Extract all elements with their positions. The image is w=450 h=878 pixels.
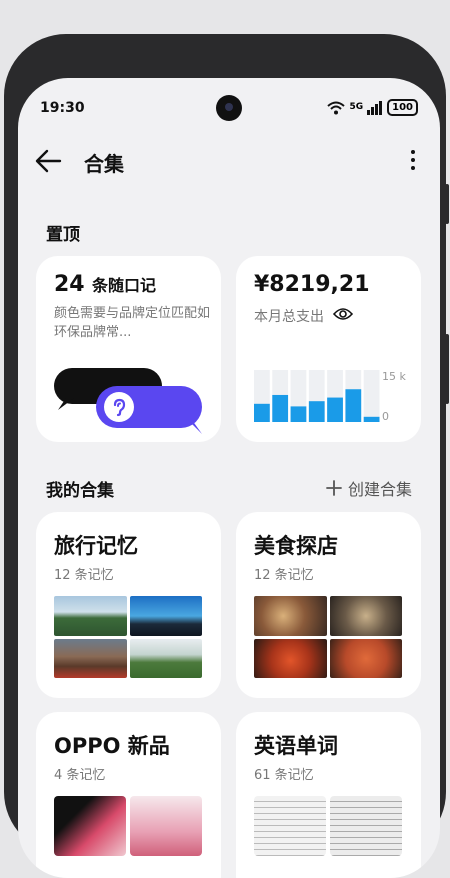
pinned-section-title: 置顶	[46, 225, 80, 245]
plus-icon	[326, 480, 342, 496]
battery-icon: 100	[387, 99, 418, 116]
photo-collage	[254, 596, 402, 678]
dinner-table-photo	[254, 596, 327, 636]
collections-section-title: 我的合集	[46, 481, 114, 501]
lobster-photo	[329, 638, 402, 678]
collection-count: 61 条记忆	[254, 768, 314, 783]
park-photo	[129, 638, 202, 678]
expense-bar	[363, 416, 380, 422]
collection-count: 4 条记忆	[54, 768, 106, 783]
memo-preview: 颜色需要与品牌定位匹配如环保品牌常...	[54, 306, 211, 340]
expense-bar	[254, 403, 270, 422]
photo-strip	[254, 796, 404, 856]
collection-card-english[interactable]: 英语单词 61 条记忆	[236, 712, 421, 878]
collection-title: 英语单词	[254, 734, 338, 758]
voice-bubble-icon	[96, 386, 202, 428]
more-options-icon[interactable]	[408, 146, 418, 174]
status-time: 19:30	[40, 100, 85, 116]
expense-amount: ¥8219,21	[254, 272, 370, 297]
eye-icon[interactable]	[333, 307, 353, 321]
notes-photo	[330, 796, 402, 856]
app-header: 合集	[18, 140, 440, 180]
collection-card-travel[interactable]: 旅行记忆 12 条记忆	[36, 512, 221, 698]
wifi-icon	[327, 101, 346, 114]
create-collection-button[interactable]: 创建合集	[326, 476, 412, 500]
collection-count: 12 条记忆	[54, 568, 114, 583]
phone-product-photo	[130, 796, 202, 856]
photo-strip	[54, 796, 204, 856]
phone-frame: 19:30 5G 100 合集 置顶 24 条随口记 颜色需要与品牌定位匹配如环…	[4, 34, 449, 878]
crayfish-photo	[254, 638, 327, 678]
photo-collage	[54, 596, 202, 678]
shellfish-photo	[329, 596, 402, 636]
collection-title: 美食探店	[254, 534, 338, 558]
sea-view-photo	[129, 596, 202, 636]
bubble-tail-icon	[58, 398, 74, 410]
phone-volume-button	[445, 334, 449, 404]
status-bar: 19:30 5G 100	[18, 78, 440, 136]
network-type: 5G	[349, 102, 364, 112]
notes-photo	[254, 796, 326, 856]
create-collection-label: 创建合集	[347, 480, 412, 499]
page-title: 合集	[84, 152, 124, 176]
collection-card-oppo[interactable]: OPPO 新品 4 条记忆	[36, 712, 221, 878]
expense-bar	[308, 401, 325, 422]
memo-count: 24	[54, 272, 85, 297]
expense-bar	[345, 389, 362, 422]
expense-bar-chart	[254, 370, 380, 422]
phone-photo	[54, 796, 126, 856]
expense-card[interactable]: ¥8219,21 本月总支出 15 k 0	[236, 256, 421, 442]
city-photo	[54, 638, 127, 678]
expense-bar	[290, 406, 307, 422]
purple-bubble-tail-icon	[188, 420, 202, 434]
collection-title: 旅行记忆	[54, 534, 138, 558]
phone-side-button	[445, 184, 449, 224]
axis-max-label: 15 k	[382, 370, 406, 383]
collection-title: OPPO 新品	[54, 734, 170, 758]
ear-icon	[104, 392, 134, 422]
expense-label: 本月总支出	[254, 309, 324, 325]
axis-min-label: 0	[382, 410, 389, 423]
front-camera	[216, 95, 242, 121]
screen: 19:30 5G 100 合集 置顶 24 条随口记 颜色需要与品牌定位匹配如环…	[18, 78, 440, 878]
system-icons: 5G 100	[327, 99, 418, 116]
forest-photo	[54, 596, 127, 636]
memo-card[interactable]: 24 条随口记 颜色需要与品牌定位匹配如环保品牌常...	[36, 256, 221, 442]
signal-icon	[367, 100, 383, 115]
back-arrow-icon[interactable]	[34, 148, 64, 174]
memo-card-heading: 24 条随口记	[54, 272, 156, 297]
bar-track	[363, 370, 380, 422]
memo-title-suffix: 条随口记	[91, 276, 156, 295]
expense-bar	[327, 397, 343, 422]
collection-card-food[interactable]: 美食探店 12 条记忆	[236, 512, 421, 698]
expense-bar	[272, 394, 289, 422]
collection-count: 12 条记忆	[254, 568, 314, 583]
